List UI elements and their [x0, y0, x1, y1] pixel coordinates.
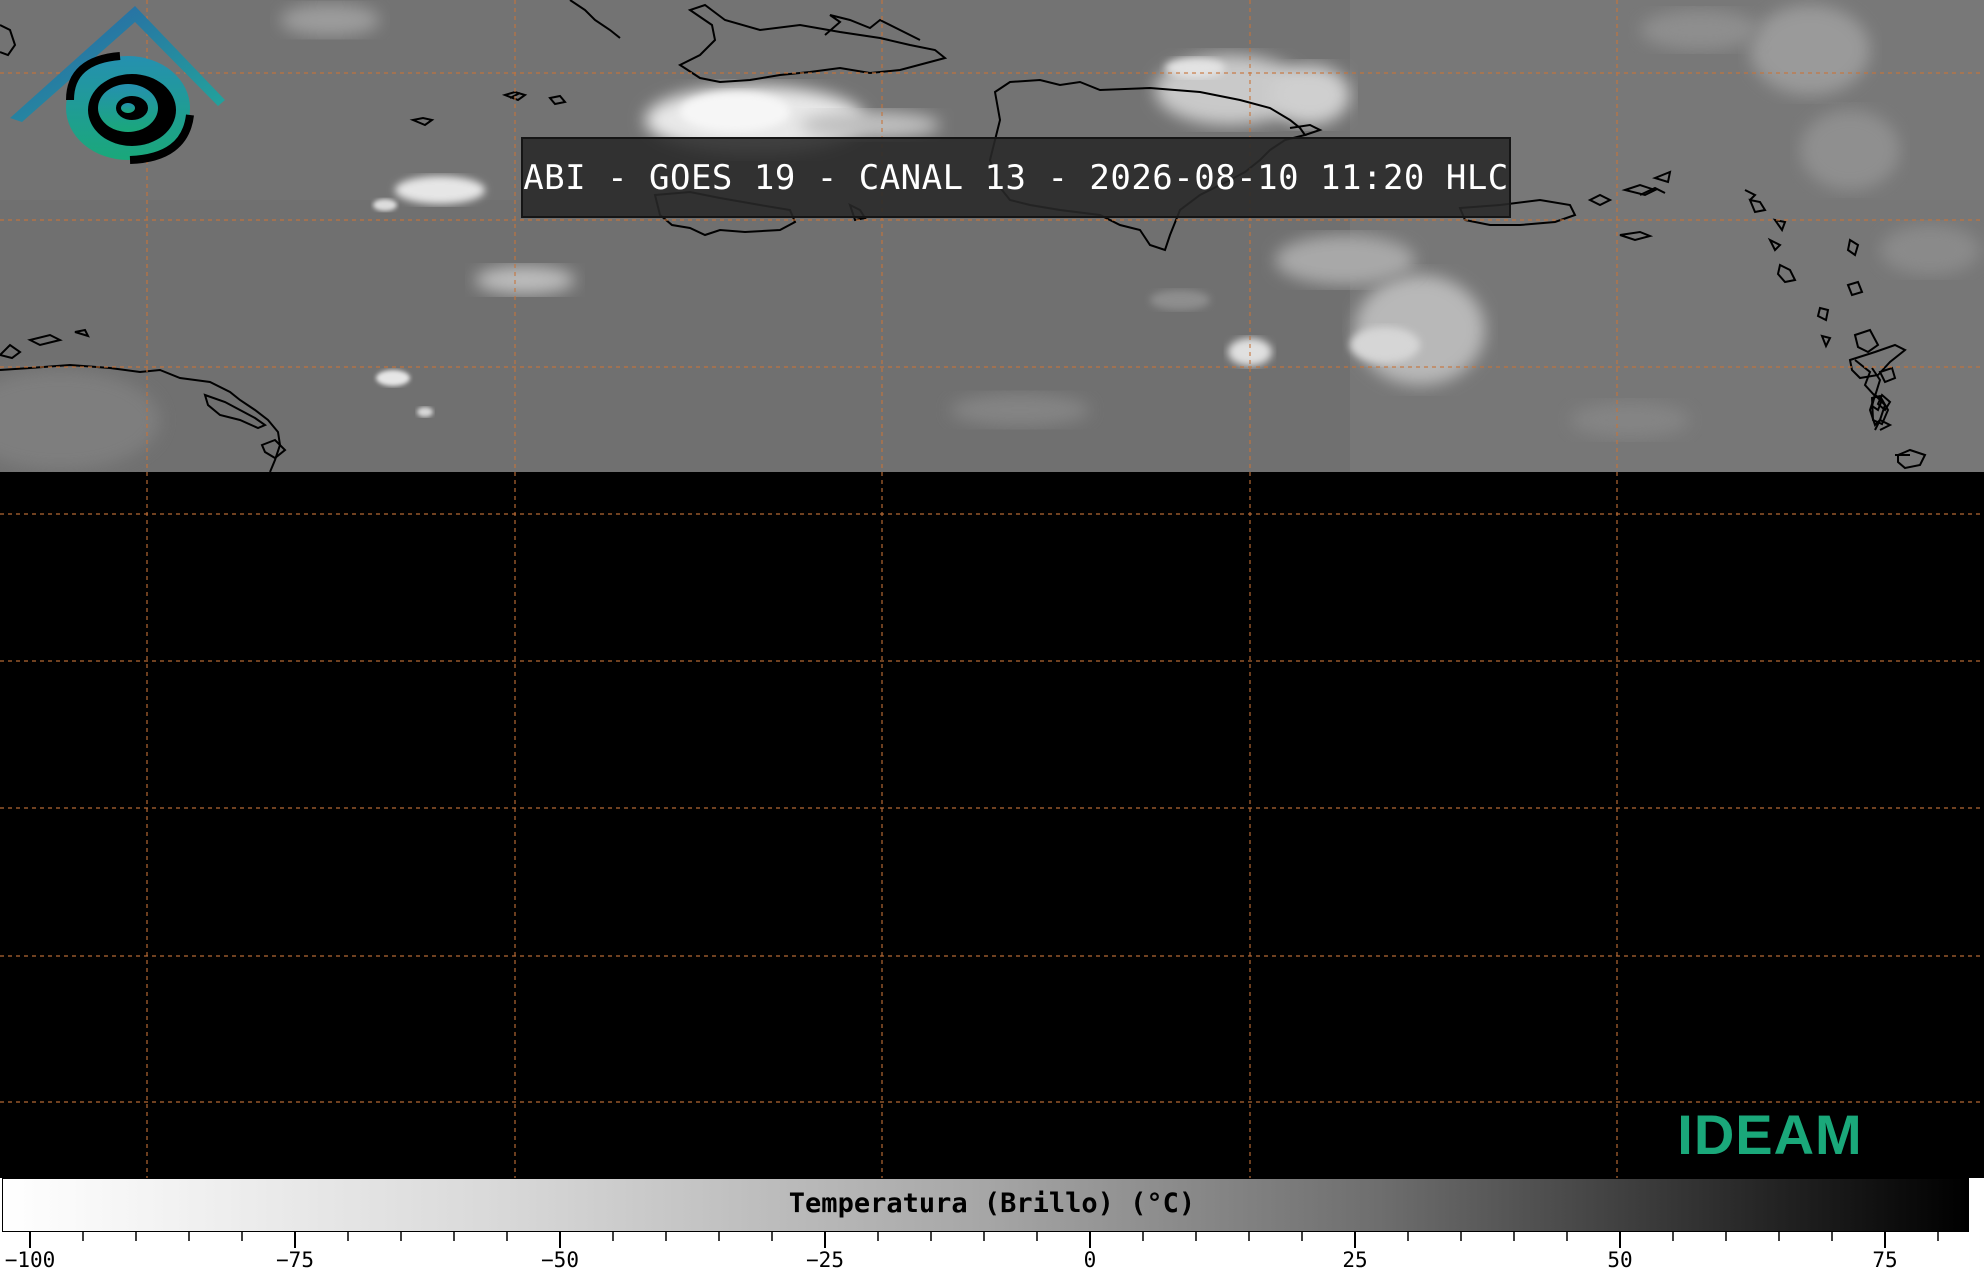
swirl-icon [66, 52, 194, 164]
tick-label: 25 [1342, 1248, 1368, 1272]
tick-label: −50 [541, 1248, 579, 1272]
colorbar-label: Temperatura (Brillo) (°C) [788, 1188, 1196, 1219]
image-title: ABI - GOES 19 - CANAL 13 - 2026-08-10 11… [521, 137, 1511, 218]
tick-label: −25 [806, 1248, 844, 1272]
tick-label: −75 [276, 1248, 314, 1272]
satellite-map: ABI - GOES 19 - CANAL 13 - 2026-08-10 11… [0, 0, 1984, 1178]
no-data-region [0, 472, 1984, 1178]
tick-label: 0 [1083, 1248, 1097, 1272]
tick-label: −100 [4, 1248, 56, 1272]
ideam-logo [10, 6, 225, 164]
logo-text: IDEAM [1677, 1103, 1863, 1166]
tick-label: 50 [1607, 1248, 1633, 1272]
tick-label: 75 [1872, 1248, 1898, 1272]
